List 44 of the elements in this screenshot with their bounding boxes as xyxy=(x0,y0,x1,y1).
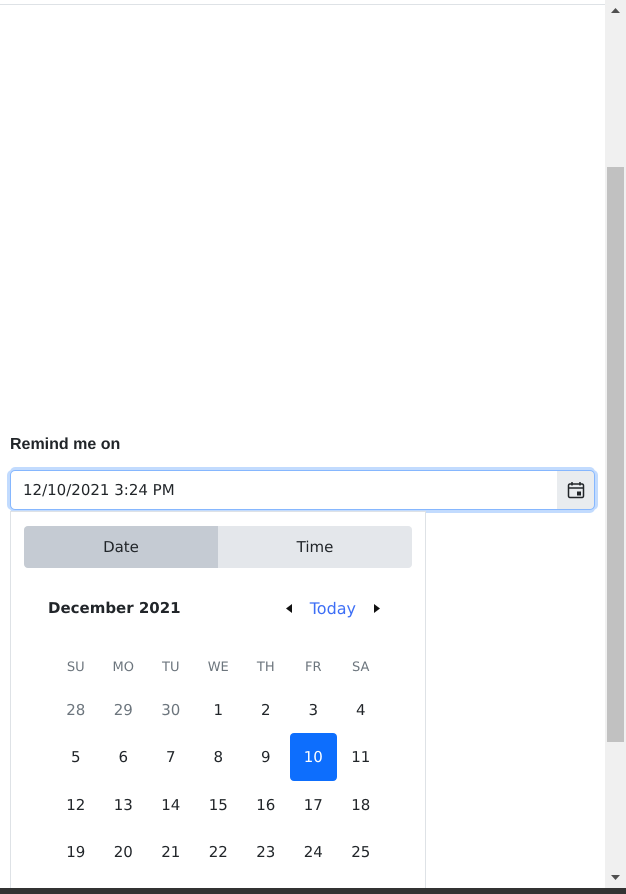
day-button[interactable]: 3 xyxy=(290,686,337,734)
weekday-header: SU xyxy=(66,658,86,676)
left-triangle-icon xyxy=(286,604,292,612)
day-button[interactable]: 1 xyxy=(194,686,242,734)
day-button[interactable]: 16 xyxy=(242,780,290,829)
weekday-header: TH xyxy=(256,658,276,676)
day-button[interactable]: 19 xyxy=(52,828,100,876)
day-button[interactable]: 15 xyxy=(194,780,242,829)
day-button[interactable]: 30 xyxy=(147,686,194,734)
day-button[interactable]: 8 xyxy=(194,733,242,782)
day-button[interactable]: 20 xyxy=(100,828,147,876)
day-button[interactable]: 21 xyxy=(147,828,194,876)
weekday-header: FR xyxy=(304,658,322,676)
day-button[interactable]: 6 xyxy=(100,733,147,782)
day-button[interactable]: 5 xyxy=(52,733,100,782)
tab[interactable]: Date xyxy=(24,526,218,568)
day-button[interactable]: 17 xyxy=(290,780,337,829)
weekday-header: SA xyxy=(351,658,370,676)
day-button[interactable]: 13 xyxy=(100,780,147,829)
day-button[interactable]: 18 xyxy=(337,780,384,829)
day-button[interactable]: 25 xyxy=(337,828,384,876)
day-button[interactable]: 23 xyxy=(242,828,290,876)
day-button[interactable]: 9 xyxy=(242,733,290,782)
weekday-header: WE xyxy=(206,658,230,676)
scrollbar-thumb[interactable] xyxy=(607,167,624,742)
day-button[interactable]: 10 xyxy=(290,733,337,782)
today-link[interactable]: Today xyxy=(304,598,362,618)
day-button[interactable]: 22 xyxy=(194,828,242,876)
day-button[interactable]: 12 xyxy=(52,780,100,829)
scroll-up-icon[interactable] xyxy=(611,8,620,13)
right-triangle-icon xyxy=(374,604,380,612)
day-button[interactable]: 24 xyxy=(290,828,337,876)
day-button[interactable]: 29 xyxy=(100,686,147,734)
scroll-down-icon[interactable] xyxy=(611,875,620,880)
day-button[interactable]: 11 xyxy=(337,733,384,782)
day-button[interactable]: 7 xyxy=(147,733,194,782)
day-button[interactable]: 28 xyxy=(52,686,100,734)
weekday-header: TU xyxy=(161,658,180,676)
month-title: December 2021 xyxy=(48,599,181,617)
day-button[interactable]: 2 xyxy=(242,686,290,734)
weekday-header: MO xyxy=(112,658,135,676)
field-label: Remind me on xyxy=(10,435,122,455)
day-button[interactable]: 4 xyxy=(337,686,384,734)
day-button[interactable]: 14 xyxy=(147,780,194,829)
